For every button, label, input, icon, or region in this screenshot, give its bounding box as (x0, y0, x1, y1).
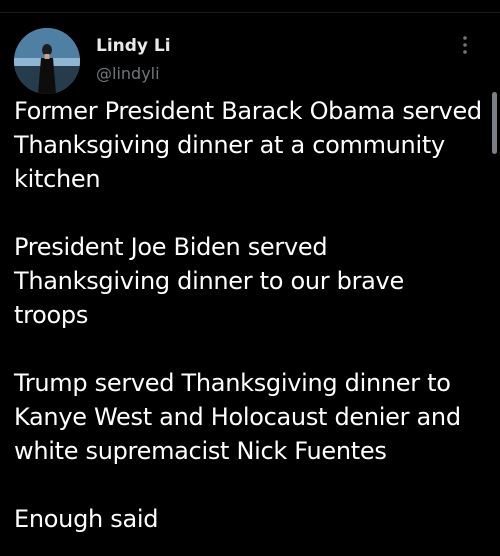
scrollbar-thumb[interactable] (492, 92, 497, 154)
tweet-paragraph: Enough said (14, 505, 159, 533)
tweet-text: Former President Barack Obama served Tha… (14, 94, 484, 556)
tweet-card: Lindy Li @lindyli Former President Barac… (0, 0, 500, 556)
divider (0, 12, 500, 13)
tweet-paragraph: Trump served Thanksgiving dinner to Kany… (14, 369, 461, 465)
avatar[interactable] (14, 28, 80, 94)
tweet-paragraph: President Joe Biden served Thanksgiving … (14, 233, 404, 329)
display-name[interactable]: Lindy Li (96, 36, 171, 56)
user-handle[interactable]: @lindyli (96, 64, 160, 83)
more-options-button[interactable] (450, 30, 480, 60)
more-vertical-icon (463, 36, 467, 54)
profile-photo-icon (14, 28, 80, 94)
tweet-paragraph: Former President Barack Obama served Tha… (14, 97, 482, 193)
